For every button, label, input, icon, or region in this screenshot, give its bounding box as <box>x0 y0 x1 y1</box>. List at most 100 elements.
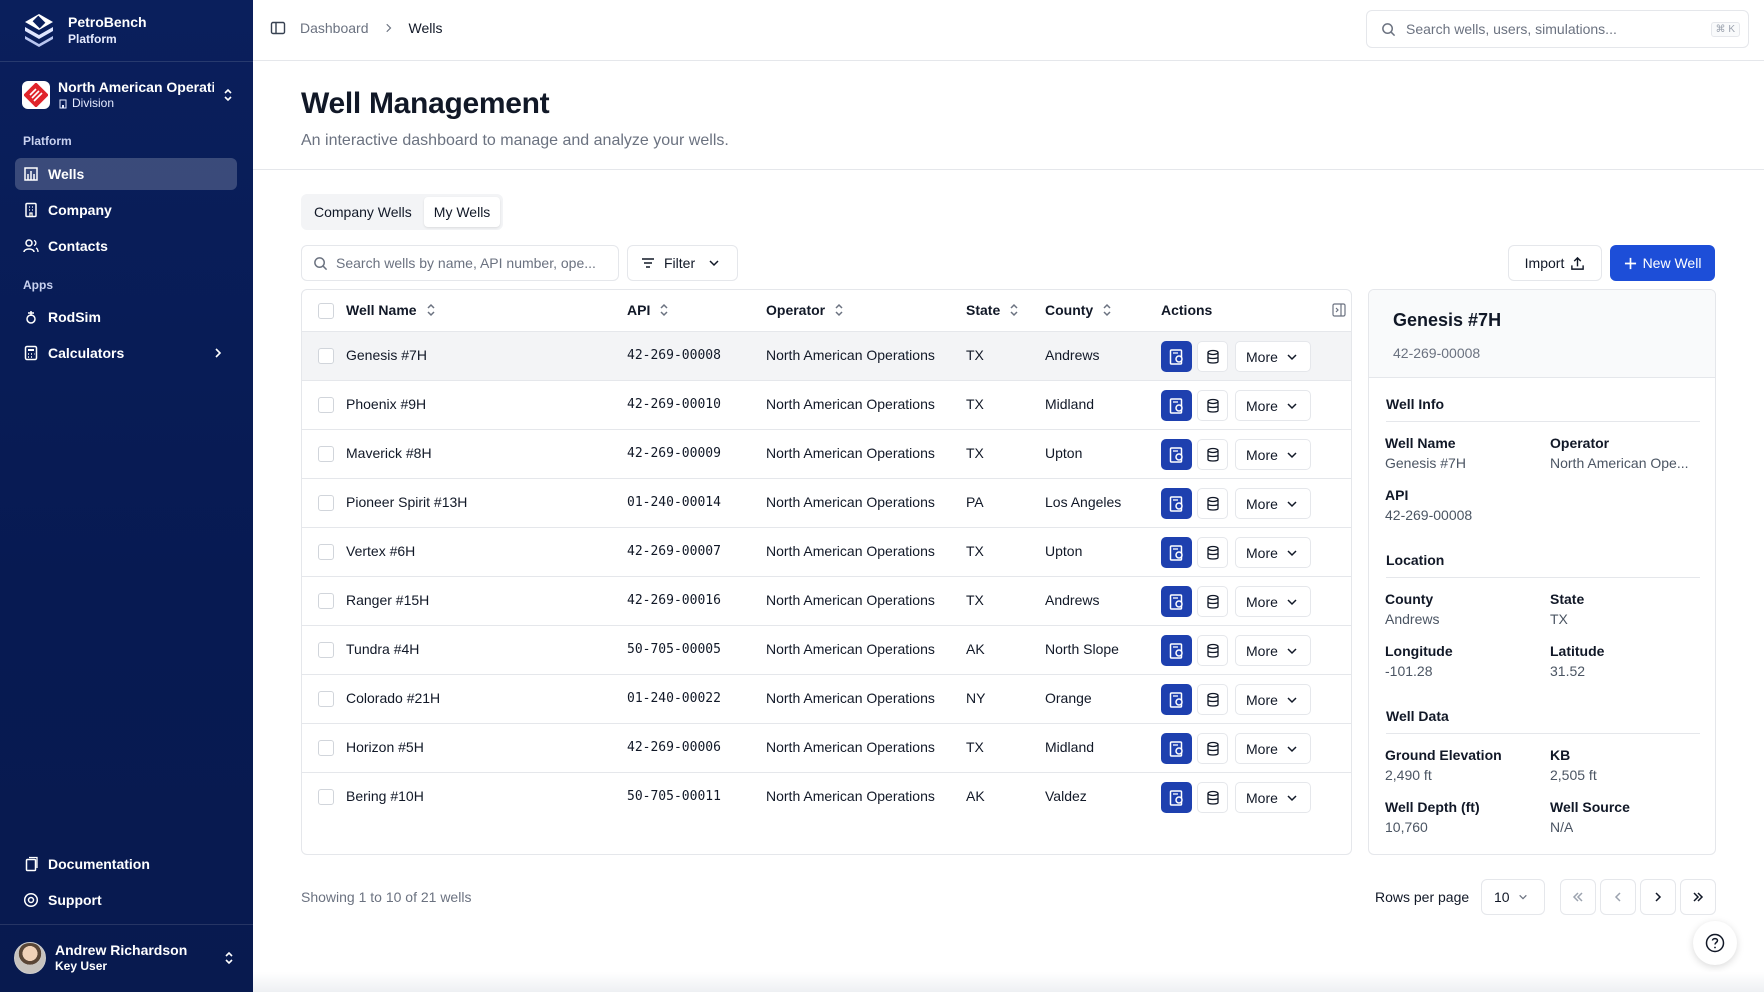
rodsim-action-button[interactable] <box>1161 488 1192 519</box>
row-checkbox[interactable] <box>318 593 334 609</box>
more-button[interactable]: More <box>1235 733 1311 764</box>
rodsim-action-button[interactable] <box>1161 341 1192 372</box>
rows-per-page-select[interactable]: 10 <box>1481 879 1545 915</box>
more-button[interactable]: More <box>1235 635 1311 666</box>
data-action-button[interactable] <box>1197 586 1228 617</box>
data-action-button[interactable] <box>1197 488 1228 519</box>
rodsim-action-button[interactable] <box>1161 390 1192 421</box>
cell-state: AK <box>966 788 985 804</box>
row-checkbox[interactable] <box>318 642 334 658</box>
filter-button[interactable]: Filter <box>627 245 738 281</box>
row-checkbox[interactable] <box>318 691 334 707</box>
more-label: More <box>1246 544 1278 561</box>
table-row[interactable]: Pioneer Spirit #13H 01-240-00014 North A… <box>302 479 1351 528</box>
rodsim-action-button[interactable] <box>1161 635 1192 666</box>
sidebar-item-company[interactable]: Company <box>15 194 237 226</box>
import-button[interactable]: Import <box>1508 245 1602 281</box>
sidebar-item-calculators[interactable]: Calculators <box>15 337 237 369</box>
breadcrumb-dashboard[interactable]: Dashboard <box>300 20 369 36</box>
rodsim-action-button[interactable] <box>1161 684 1192 715</box>
row-checkbox[interactable] <box>318 789 334 805</box>
previous-page-button[interactable] <box>1600 879 1636 915</box>
sidebar-item-contacts[interactable]: Contacts <box>15 230 237 262</box>
cell-county: North Slope <box>1045 641 1119 657</box>
chevron-down-icon <box>1287 549 1297 556</box>
column-header-operator[interactable]: Operator <box>766 302 845 318</box>
building-small-icon <box>59 99 67 108</box>
tab-my-wells[interactable]: My Wells <box>423 197 501 227</box>
global-search-input[interactable]: Search wells, users, simulations... ⌘ K <box>1366 10 1749 48</box>
data-action-button[interactable] <box>1197 635 1228 666</box>
column-header-county[interactable]: County <box>1045 302 1113 318</box>
row-checkbox[interactable] <box>318 495 334 511</box>
table-row[interactable]: Genesis #7H 42-269-00008 North American … <box>302 332 1351 381</box>
cell-county: Andrews <box>1045 592 1100 608</box>
rodsim-action-icon <box>1169 495 1183 512</box>
sidebar-item-wells[interactable]: Wells <box>15 158 237 190</box>
data-action-button[interactable] <box>1197 341 1228 372</box>
more-button[interactable]: More <box>1235 586 1311 617</box>
more-button[interactable]: More <box>1235 782 1311 813</box>
cell-state: TX <box>966 396 984 412</box>
table-row[interactable]: Maverick #8H 42-269-00009 North American… <box>302 430 1351 479</box>
chevron-right-icon <box>385 23 391 33</box>
panel-collapse-icon[interactable] <box>1332 303 1346 317</box>
next-page-button[interactable] <box>1640 879 1676 915</box>
chevron-updown-icon <box>225 951 233 965</box>
chevrons-right-icon <box>1693 892 1704 902</box>
wells-table: Well Name API Operator State County Acti… <box>301 289 1352 855</box>
help-button[interactable] <box>1693 921 1737 965</box>
sidebar-toggle-icon[interactable] <box>270 20 286 36</box>
new-well-button[interactable]: New Well <box>1610 245 1715 281</box>
column-header-state[interactable]: State <box>966 302 1020 318</box>
sidebar-item-support[interactable]: Support <box>15 884 237 916</box>
more-button[interactable]: More <box>1235 684 1311 715</box>
last-page-button[interactable] <box>1680 879 1716 915</box>
table-row[interactable]: Colorado #21H 01-240-00022 North America… <box>302 675 1351 724</box>
database-icon <box>1206 643 1219 658</box>
more-button[interactable]: More <box>1235 439 1311 470</box>
table-row[interactable]: Horizon #5H 42-269-00006 North American … <box>302 724 1351 773</box>
row-checkbox[interactable] <box>318 544 334 560</box>
row-checkbox[interactable] <box>318 397 334 413</box>
cell-state: AK <box>966 641 985 657</box>
table-row[interactable]: Vertex #6H 42-269-00007 North American O… <box>302 528 1351 577</box>
data-action-button[interactable] <box>1197 537 1228 568</box>
data-action-button[interactable] <box>1197 684 1228 715</box>
cell-api: 50-705-00005 <box>627 642 721 657</box>
more-button[interactable]: More <box>1235 537 1311 568</box>
rodsim-action-button[interactable] <box>1161 586 1192 617</box>
more-button[interactable]: More <box>1235 488 1311 519</box>
data-action-button[interactable] <box>1197 390 1228 421</box>
column-header-api[interactable]: API <box>627 302 670 318</box>
column-header-well-name[interactable]: Well Name <box>346 302 437 318</box>
first-page-button[interactable] <box>1560 879 1596 915</box>
row-checkbox[interactable] <box>318 740 334 756</box>
sidebar-item-rodsim[interactable]: RodSim <box>15 301 237 333</box>
rodsim-action-button[interactable] <box>1161 782 1192 813</box>
more-button[interactable]: More <box>1235 341 1311 372</box>
data-action-button[interactable] <box>1197 733 1228 764</box>
chevron-down-icon <box>1287 451 1297 458</box>
data-action-button[interactable] <box>1197 782 1228 813</box>
table-row[interactable]: Tundra #4H 50-705-00005 North American O… <box>302 626 1351 675</box>
brand[interactable]: PetroBench Platform <box>22 12 147 48</box>
rodsim-action-button[interactable] <box>1161 733 1192 764</box>
cell-well-name: Pioneer Spirit #13H <box>346 494 468 510</box>
table-row[interactable]: Bering #10H 50-705-00011 North American … <box>302 773 1351 822</box>
tab-company-wells[interactable]: Company Wells <box>304 197 422 227</box>
row-checkbox[interactable] <box>318 348 334 364</box>
org-switcher[interactable]: North American Operations Division <box>22 78 234 112</box>
well-search-input[interactable]: Search wells by name, API number, ope... <box>301 245 619 281</box>
more-button[interactable]: More <box>1235 390 1311 421</box>
rodsim-action-button[interactable] <box>1161 537 1192 568</box>
table-row[interactable]: Phoenix #9H 42-269-00010 North American … <box>302 381 1351 430</box>
data-action-button[interactable] <box>1197 439 1228 470</box>
user-menu[interactable]: Andrew Richardson Key User <box>14 938 239 978</box>
database-icon <box>1206 496 1219 511</box>
select-all-checkbox[interactable] <box>318 303 334 319</box>
table-row[interactable]: Ranger #15H 42-269-00016 North American … <box>302 577 1351 626</box>
row-checkbox[interactable] <box>318 446 334 462</box>
rodsim-action-button[interactable] <box>1161 439 1192 470</box>
sidebar-item-documentation[interactable]: Documentation <box>15 848 237 880</box>
